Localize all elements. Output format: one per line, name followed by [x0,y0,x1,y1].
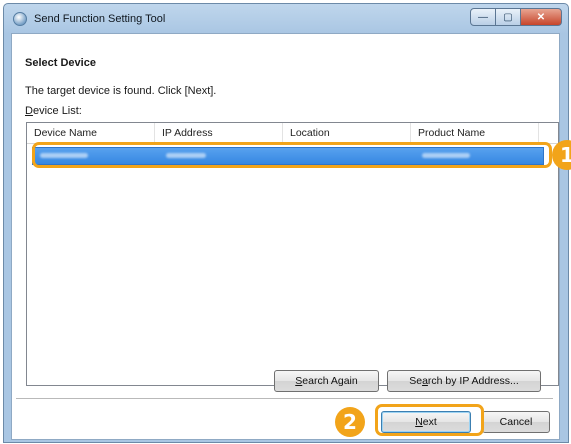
search-again-mnemonic: S [295,375,303,387]
device-list-label: Device List: [25,105,82,117]
device-list-header: Device Name IP Address Location Product … [27,123,558,144]
instruction-text: The target device is found. Click [Next]… [25,85,217,97]
maximize-icon: ▢ [503,11,513,23]
button-separator [16,398,553,400]
maximize-button[interactable]: ▢ [495,8,521,26]
page-title: Select Device [25,57,96,69]
device-list-label-mnemonic: D [25,105,33,117]
minimize-button[interactable]: — [470,8,496,26]
close-button[interactable]: ✕ [520,8,562,26]
search-ip-label: rch by IP Address... [427,375,519,387]
app-icon [13,12,27,26]
callout-2: 2 [335,407,365,437]
next-button-highlight [375,404,484,436]
column-header-location[interactable]: Location [283,123,411,143]
title-bar[interactable]: Send Function Setting Tool — ▢ ✕ [4,4,568,34]
search-again-label: earch Again [302,375,358,387]
window-title: Send Function Setting Tool [34,13,166,25]
search-by-ip-button[interactable]: Se a rch by IP Address... [387,370,541,392]
device-list-label-text: evice List: [32,105,82,117]
device-row-highlight [32,142,552,168]
search-ip-prefix: Se [409,375,423,387]
close-icon: ✕ [536,11,546,23]
cancel-label: Cancel [499,416,533,428]
minimize-icon: — [478,11,488,23]
column-header-product-name[interactable]: Product Name [411,123,539,143]
column-header-ip-address[interactable]: IP Address [155,123,283,143]
window-controls: — ▢ ✕ [470,8,562,27]
cancel-button[interactable]: Cancel [482,411,550,433]
column-header-device-name[interactable]: Device Name [27,123,155,143]
dialog-content: Select Device The target device is found… [11,33,560,440]
search-again-button[interactable]: Search Again [274,370,379,392]
